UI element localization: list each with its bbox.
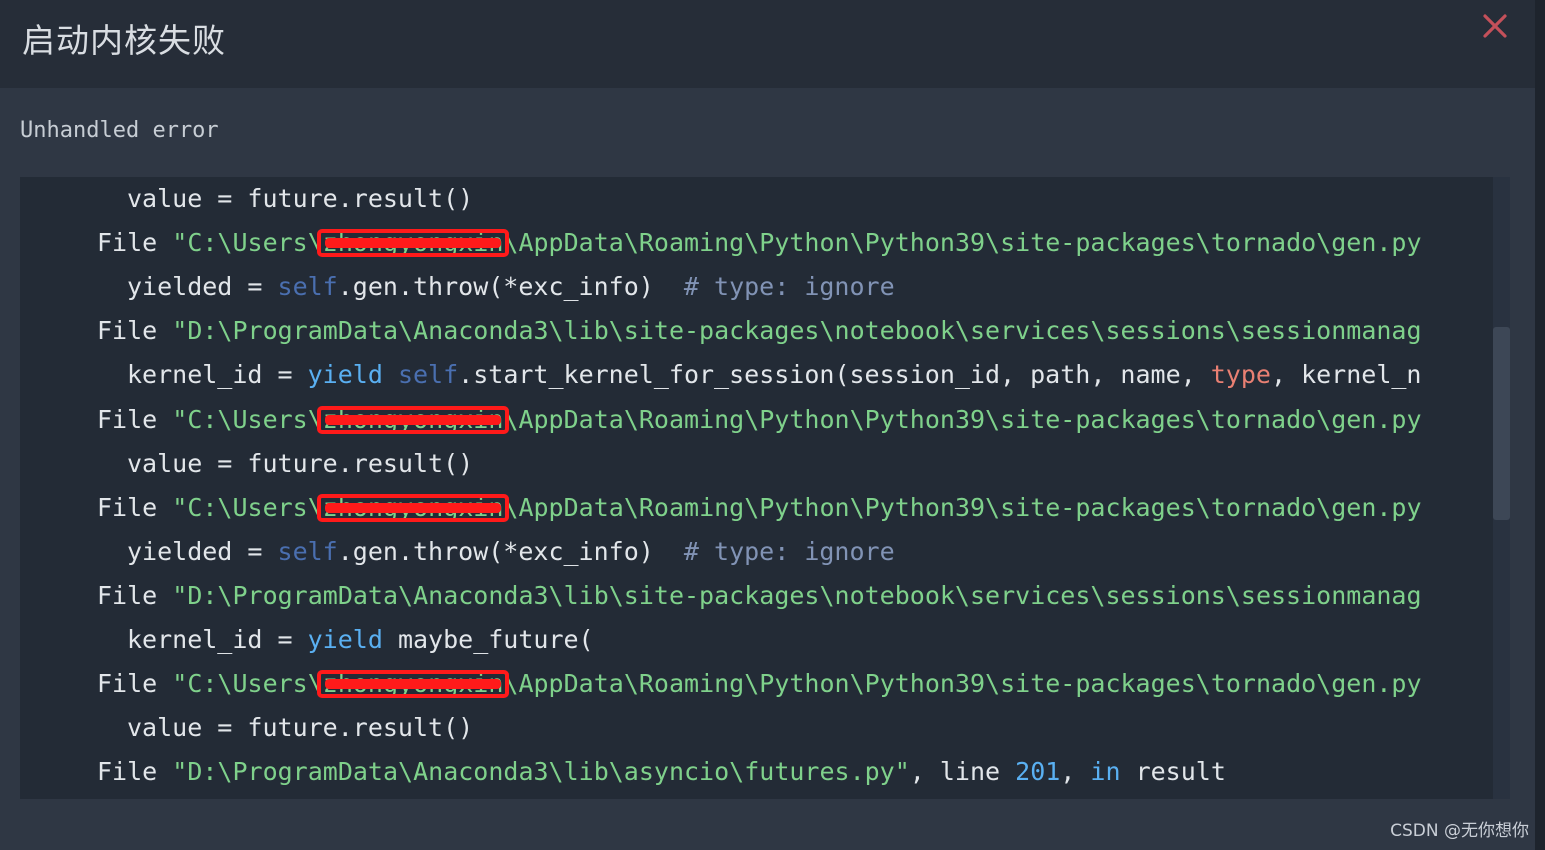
redaction-scribble xyxy=(324,502,502,513)
redacted-username: zhongyongxin xyxy=(316,662,510,706)
traceback-token: File xyxy=(97,316,173,346)
traceback-token: File xyxy=(97,757,173,787)
traceback-token: "C:\Users\ xyxy=(172,669,323,699)
traceback-token: "C:\Users\ xyxy=(172,404,323,434)
traceback-token: value = future.result() xyxy=(127,184,474,213)
redaction-mark xyxy=(316,670,510,699)
traceback-token: kernel_id = xyxy=(127,360,308,390)
traceback-token: # type: ignore xyxy=(683,272,895,302)
traceback-token: value = future.result() xyxy=(127,713,474,743)
scrollbar-thumb[interactable] xyxy=(1493,327,1510,520)
redaction-scribble xyxy=(324,679,502,690)
traceback-token: "D:\ProgramData\Anaconda3\lib\site-packa… xyxy=(172,316,1422,346)
traceback-file-line: File "D:\ProgramData\Anaconda3\lib\async… xyxy=(97,750,1226,794)
traceback-token: \AppData\Roaming\Python\Python39\site-pa… xyxy=(503,404,1422,434)
traceback-token: File xyxy=(97,492,173,522)
traceback-token: , line xyxy=(909,757,1016,787)
dialog-header: 启动内核失败 xyxy=(0,0,1535,88)
redacted-username: zhongyongxin xyxy=(316,221,510,265)
traceback-token: , kernel_n xyxy=(1270,360,1422,390)
traceback-file-line: File "C:\Users\zhongyongxin\AppData\Roam… xyxy=(97,221,1422,265)
redaction-mark xyxy=(316,229,510,258)
traceback-panel[interactable]: value = future.result()File "C:\Users\zh… xyxy=(20,177,1510,799)
redaction-scribble xyxy=(324,414,502,425)
traceback-token: yield xyxy=(307,625,383,654)
traceback-file-line: File "C:\Users\zhongyongxin\AppData\Roam… xyxy=(97,486,1422,530)
traceback-token: maybe_future( xyxy=(382,625,594,654)
traceback-content: value = future.result()File "C:\Users\zh… xyxy=(20,177,1466,799)
traceback-token: \AppData\Roaming\Python\Python39\site-pa… xyxy=(503,669,1422,699)
traceback-token: self xyxy=(277,536,338,566)
traceback-token: .gen.throw(*exc_info) xyxy=(337,272,684,302)
watermark: CSDN @无你想你 xyxy=(1390,821,1529,841)
traceback-file-line: File "D:\ProgramData\Anaconda3\lib\site-… xyxy=(97,309,1422,353)
close-button[interactable] xyxy=(1477,8,1513,44)
traceback-token: in xyxy=(1090,757,1121,787)
traceback-file-line: File "C:\Users\zhongyongxin\AppData\Roam… xyxy=(97,662,1422,706)
traceback-token: type xyxy=(1210,360,1271,390)
traceback-token: \AppData\Roaming\Python\Python39\site-pa… xyxy=(503,492,1422,522)
traceback-token: 201 xyxy=(1015,757,1061,787)
traceback-token: yielded = xyxy=(127,536,278,566)
traceback-token: File xyxy=(97,228,173,258)
traceback-token: "C:\Users\ xyxy=(172,228,323,258)
traceback-token: value = future.result() xyxy=(127,448,474,478)
traceback-code-line: value = future.result() xyxy=(127,706,473,750)
traceback-token: .gen.throw(*exc_info) xyxy=(337,536,684,566)
traceback-token: .start_kernel_for_session(session_id, pa… xyxy=(458,360,1211,390)
traceback-token xyxy=(383,360,398,389)
window-edge xyxy=(1535,0,1545,850)
redacted-username: zhongyongxin xyxy=(316,398,510,442)
traceback-token: yield xyxy=(307,360,383,390)
traceback-file-line: File "C:\Users\zhongyongxin\AppData\Roam… xyxy=(97,398,1422,442)
traceback-code-line: yielded = self.gen.throw(*exc_info) # ty… xyxy=(127,530,895,574)
close-icon xyxy=(1483,14,1507,38)
traceback-file-line: File "D:\ProgramData\Anaconda3\lib\site-… xyxy=(97,574,1422,618)
traceback-code-line: kernel_id = yield maybe_future( xyxy=(127,618,594,662)
traceback-token: "C:\Users\ xyxy=(172,492,323,522)
traceback-code-line: yielded = self.gen.throw(*exc_info) # ty… xyxy=(127,265,895,309)
traceback-token: result xyxy=(1120,757,1226,787)
traceback-code-line: value = future.result() xyxy=(127,442,473,486)
traceback-token: File xyxy=(97,404,173,434)
traceback-token: yielded = xyxy=(127,272,278,302)
traceback-token: File xyxy=(97,580,173,610)
traceback-token: "D:\ProgramData\Anaconda3\lib\site-packa… xyxy=(172,580,1422,610)
traceback-token: , xyxy=(1060,757,1091,787)
redaction-mark xyxy=(316,493,510,522)
error-label: Unhandled error xyxy=(20,118,219,143)
redaction-scribble xyxy=(324,238,502,249)
traceback-token: kernel_id = xyxy=(127,625,308,654)
traceback-token: self xyxy=(397,360,459,390)
traceback-token: self xyxy=(277,272,338,302)
redaction-mark xyxy=(316,405,510,434)
dialog-title: 启动内核失败 xyxy=(22,21,226,60)
traceback-token: File xyxy=(97,669,173,699)
traceback-token: \AppData\Roaming\Python\Python39\site-pa… xyxy=(503,228,1422,258)
traceback-token: # type: ignore xyxy=(683,536,895,566)
traceback-code-line: value = future.result() xyxy=(127,177,473,221)
redacted-username: zhongyongxin xyxy=(316,486,510,530)
traceback-code-line: kernel_id = yield self.start_kernel_for_… xyxy=(127,353,1421,397)
traceback-token: "D:\ProgramData\Anaconda3\lib\asyncio\fu… xyxy=(172,757,910,787)
